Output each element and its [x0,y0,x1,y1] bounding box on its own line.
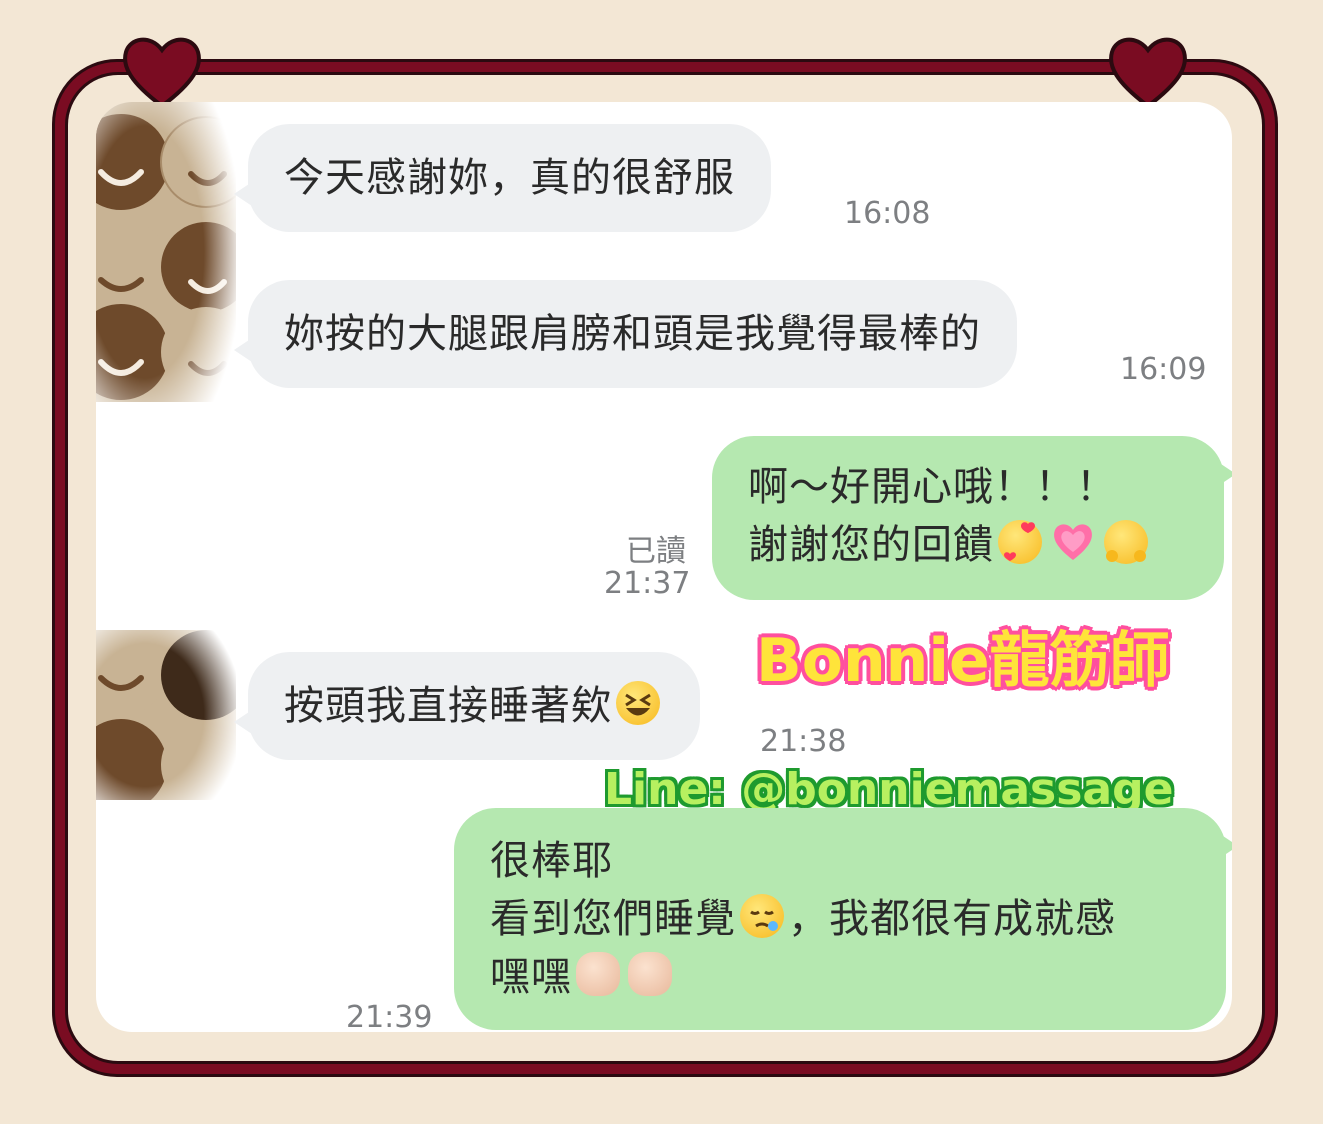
outgoing-message[interactable]: 很棒耶 看到您們睡覺 ，我都很有成就感 嘿嘿 [454,808,1232,1030]
message-text: 今天感謝妳，真的很舒服 [284,155,735,201]
message-text: 啊～好開心哦！！！ [748,464,1117,510]
sleepy-face-icon [740,894,784,938]
contact-avatar[interactable] [96,102,236,402]
incoming-message[interactable]: 按頭我直接睡著欸 [234,652,700,760]
message-timestamp: 21:38 [760,724,847,759]
message-text: 看到您們睡覺 [490,896,736,942]
message-timestamp: 16:09 [1120,352,1207,387]
thumbs-up-icon [576,952,620,996]
heart-icon [123,37,201,109]
hugging-face-icon [1104,520,1148,564]
grinning-squinting-face-icon [616,681,660,725]
growing-heart-icon [1050,520,1096,564]
message-timestamp: 21:39 [346,1000,433,1032]
chat-screen: 今天感謝妳，真的很舒服 16:08 妳按的大腿跟肩膀和頭是我覺得最棒的 16:0… [96,102,1232,1032]
message-text: 妳按的大腿跟肩膀和頭是我覺得最棒的 [284,311,981,357]
message-text: 謝謝您的回饋 [748,522,994,568]
read-receipt: 已讀 [626,534,686,569]
brand-watermark: Bonnie龍筋師 [756,626,1170,696]
smiling-face-with-hearts-icon [998,520,1042,564]
incoming-message[interactable]: 妳按的大腿跟肩膀和頭是我覺得最棒的 [234,280,1017,388]
message-text: 嘿嘿 [490,954,572,1000]
message-text: 按頭我直接睡著欸 [284,683,612,729]
message-timestamp: 16:08 [844,196,931,231]
message-text: 很棒耶 [490,838,613,884]
message-timestamp: 21:37 [604,566,691,601]
outgoing-message[interactable]: 啊～好開心哦！！！ 謝謝您的回饋 [712,436,1232,600]
incoming-message[interactable]: 今天感謝妳，真的很舒服 [234,124,771,232]
flexed-biceps-icon [628,952,672,996]
contact-avatar[interactable] [96,630,236,800]
heart-icon [1109,37,1187,109]
message-text: ，我都很有成就感 [788,896,1116,942]
